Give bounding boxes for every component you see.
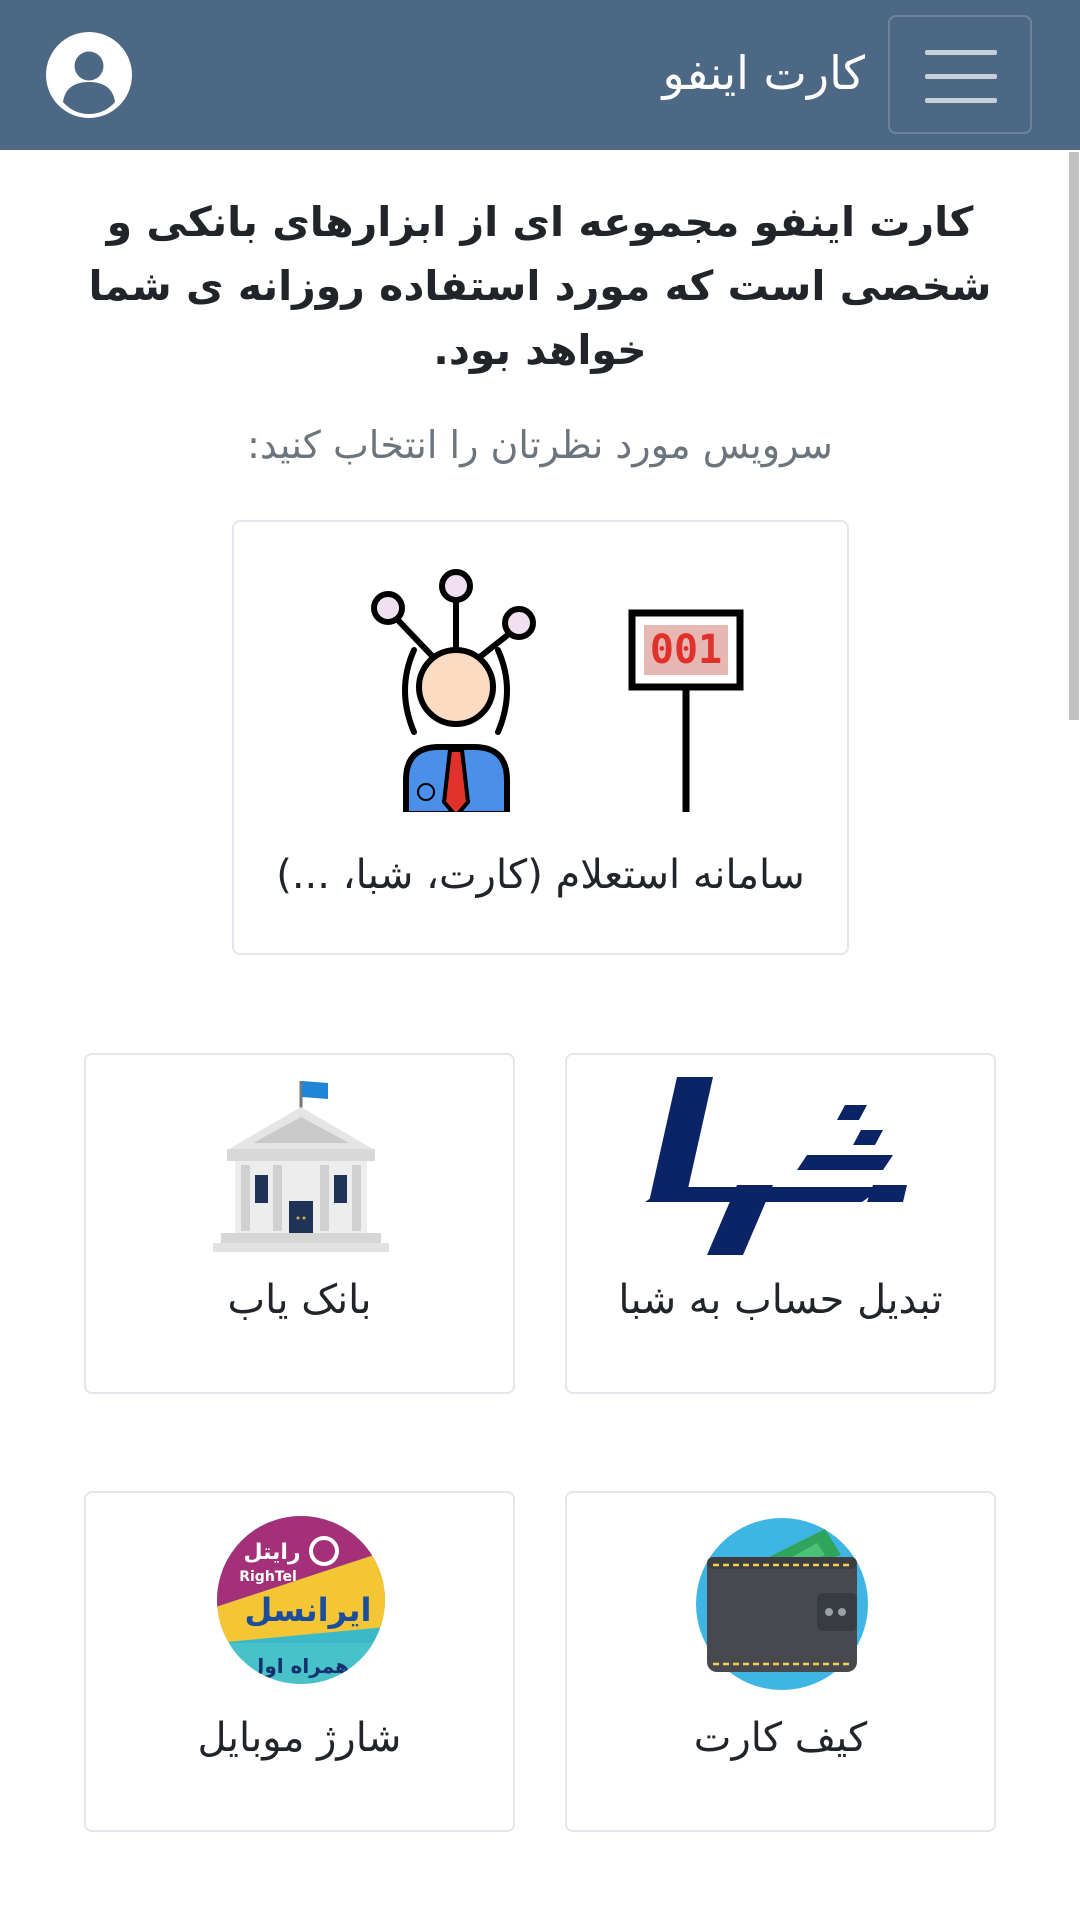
bank-building-icon	[213, 1081, 389, 1252]
top-navbar: کارت اینفو	[0, 0, 1080, 150]
inquiry-service-card[interactable]: 001 سامانه استعلام (کارت، شبا، ...)	[232, 520, 849, 955]
svg-text:همراه اول: همراه اول	[247, 1654, 349, 1678]
menu-bar-icon	[925, 74, 997, 79]
mobile-operators-icon: رایتل RighTel ایرانسل همراه اول	[217, 1516, 385, 1684]
menu-bar-icon	[925, 98, 997, 103]
mobile-charge-label: شارژ موبایل	[197, 1715, 402, 1761]
inquiry-desk-icon: 001	[371, 569, 744, 812]
mobile-charge-card[interactable]: رایتل RighTel ایرانسل همراه اول شارژ موب…	[84, 1491, 515, 1832]
svg-text:001: 001	[650, 627, 722, 673]
sheba-logo-icon	[645, 1077, 907, 1255]
sheba-conversion-card[interactable]: تبدیل حساب به شبا	[565, 1053, 996, 1394]
service-prompt: سرویس مورد نظرتان را انتخاب کنید:	[247, 423, 833, 467]
menu-toggle-button[interactable]	[888, 15, 1032, 134]
card-wallet-card[interactable]: کیف کارت	[565, 1491, 996, 1832]
svg-text:رایتل: رایتل	[243, 1540, 300, 1565]
brand-link[interactable]: کارت اینفو	[662, 0, 865, 150]
bank-finder-card[interactable]: بانک یاب	[84, 1053, 515, 1394]
svg-text:ایرانسل: ایرانسل	[245, 1591, 372, 1629]
card-wallet-icon	[696, 1518, 868, 1690]
scrollbar-thumb[interactable]	[1069, 152, 1079, 720]
user-circle-icon[interactable]	[46, 32, 132, 118]
svg-text:RighTel: RighTel	[239, 1569, 297, 1585]
sheba-conversion-label: تبدیل حساب به شبا	[618, 1277, 943, 1323]
card-wallet-label: کیف کارت	[693, 1715, 868, 1761]
bank-finder-label: بانک یاب	[227, 1277, 372, 1323]
menu-bar-icon	[925, 50, 997, 55]
intro-heading: کارت اینفو مجموعه ای از ابزارهای بانکی و…	[88, 198, 992, 374]
inquiry-service-label: سامانه استعلام (کارت، شبا، ...)	[276, 852, 805, 898]
